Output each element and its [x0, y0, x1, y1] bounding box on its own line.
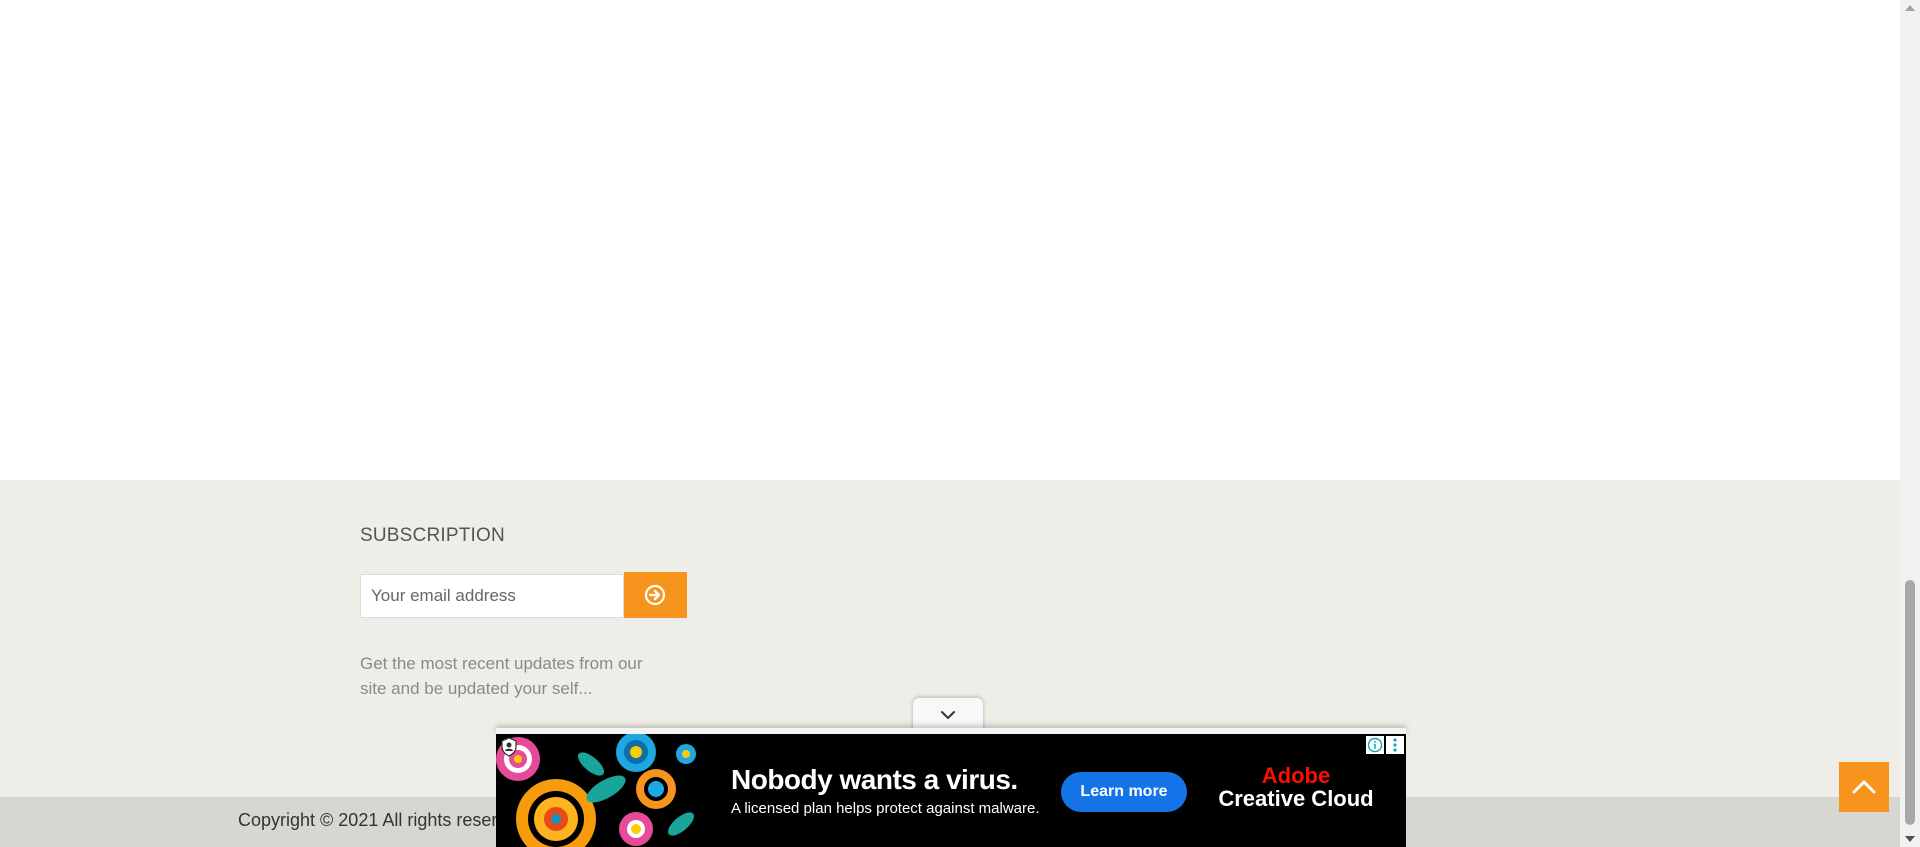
- info-icon: [1367, 737, 1383, 753]
- subscribe-button[interactable]: [624, 572, 687, 618]
- back-to-top-button[interactable]: [1839, 762, 1889, 812]
- scroll-down-arrow-icon[interactable]: [1900, 830, 1920, 847]
- ad-brand-line-2: Creative Cloud: [1218, 786, 1374, 811]
- ad-collapse-tab[interactable]: [913, 698, 983, 732]
- ad-banner[interactable]: Nobody wants a virus. A licensed plan he…: [496, 734, 1406, 847]
- vertical-scrollbar[interactable]: [1900, 0, 1920, 847]
- kebab-menu-icon: [1393, 738, 1397, 752]
- scrollbar-thumb[interactable]: [1905, 580, 1915, 825]
- scroll-up-arrow-icon[interactable]: [1900, 0, 1920, 17]
- ad-brand-logo: Adobe Creative Cloud: [1216, 764, 1376, 810]
- ad-info-button[interactable]: [1366, 736, 1384, 754]
- email-input[interactable]: [360, 574, 624, 618]
- subscription-title: SUBSCRIPTION: [360, 525, 505, 546]
- chevron-up-icon: [1852, 780, 1876, 794]
- content-container: [218, 0, 1682, 481]
- chevron-down-icon: [941, 711, 955, 719]
- ad-headline: Nobody wants a virus.: [731, 764, 1018, 795]
- ad-options-button[interactable]: [1386, 736, 1404, 754]
- arrow-circle-right-icon: [644, 584, 666, 606]
- ad-subtext: A licensed plan helps protect against ma…: [731, 800, 1040, 817]
- subscription-description: Get the most recent updates from our sit…: [360, 654, 643, 698]
- shield-user-icon: [501, 737, 517, 757]
- ad-brand-line-1: Adobe: [1261, 763, 1331, 788]
- copyright-text: Copyright © 2021 All rights reserv: [238, 810, 507, 830]
- floral-artwork: [496, 734, 698, 847]
- main-content-area: [0, 0, 1900, 481]
- page: SUBSCRIPTION Get the most recent updates…: [0, 0, 1900, 847]
- ad-learn-more-button[interactable]: Learn more: [1061, 772, 1187, 812]
